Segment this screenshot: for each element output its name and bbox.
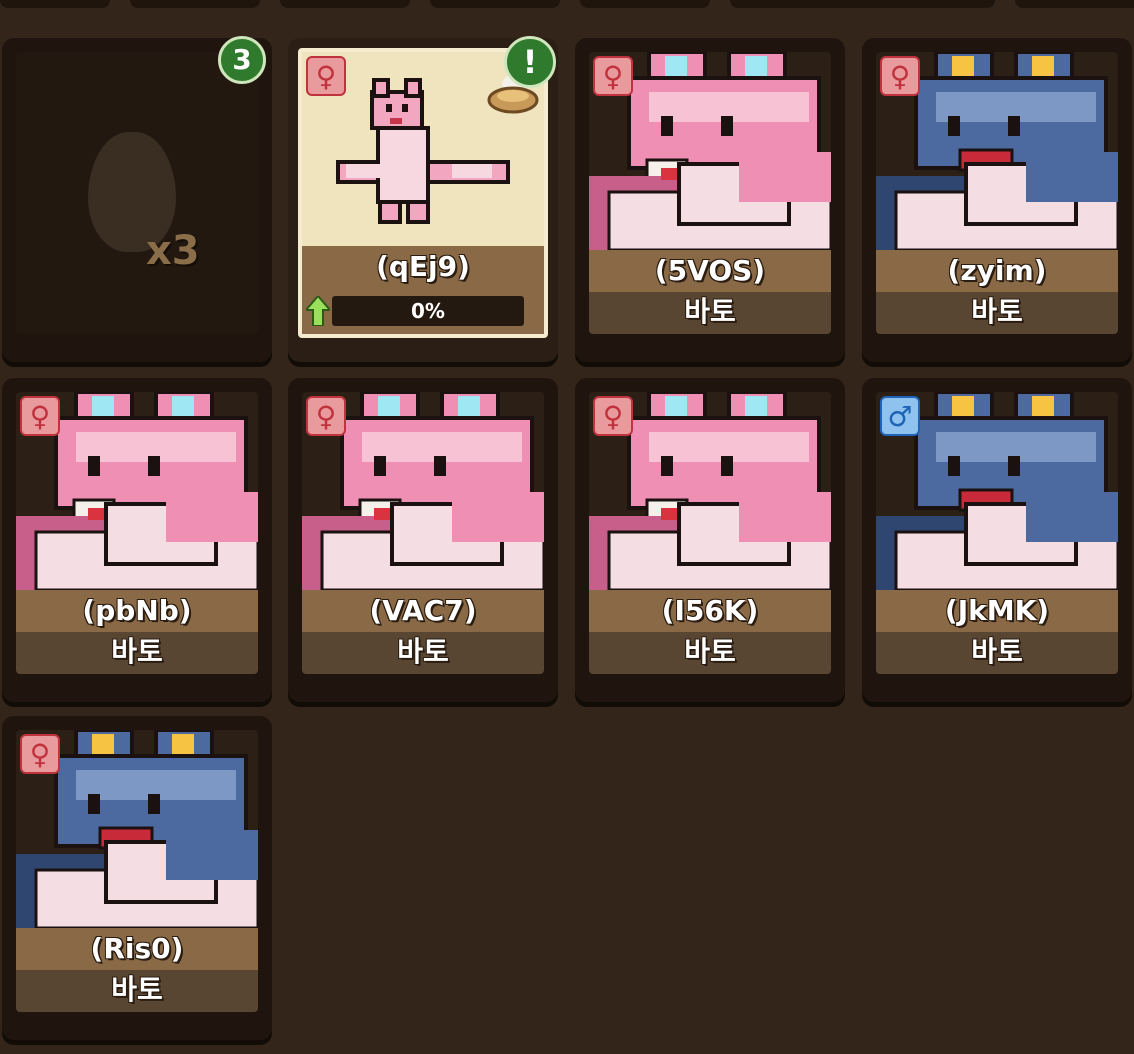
pet-name: (qEj9) xyxy=(302,246,544,288)
pet-sprite-part xyxy=(948,116,960,136)
progress-label: 0% xyxy=(411,299,445,323)
pet-sprite-part xyxy=(374,508,390,520)
female-icon: ♀ xyxy=(20,396,60,436)
hatching-card[interactable]: ♀ (qEj9) 0% xyxy=(288,38,558,362)
pet-sprite-part xyxy=(88,794,100,814)
female-icon: ♀ xyxy=(20,734,60,774)
pet-sprite-part xyxy=(661,456,673,476)
egg-card-inner: x3 xyxy=(16,52,258,334)
pet-sprite-part xyxy=(166,492,258,542)
pet-sprite-part xyxy=(1008,456,1020,476)
top-tab[interactable] xyxy=(580,0,710,8)
pet-card-inner: ♀ (zyim) 바토 xyxy=(876,52,1118,334)
top-tab[interactable] xyxy=(280,0,410,8)
top-tab[interactable] xyxy=(1015,0,1134,8)
pet-card-5[interactable]: ♂ (JkMK) 바토 xyxy=(862,378,1132,702)
pet-sprite-part xyxy=(1026,492,1118,542)
pet-sprite-part xyxy=(166,830,258,880)
pet-sprite-part xyxy=(948,456,960,476)
pet-sprite-part xyxy=(739,492,831,542)
pet-name: (JkMK) xyxy=(876,590,1118,632)
pet-sprite-part xyxy=(739,152,831,202)
pet-card-6[interactable]: ♀ (Ris0) 바토 xyxy=(2,716,272,1040)
female-icon: ♀ xyxy=(593,396,633,436)
pet-sprite-part xyxy=(374,456,386,476)
pet-species: 바토 xyxy=(302,632,544,674)
pet-sprite-part xyxy=(148,794,160,814)
female-icon: ♀ xyxy=(306,56,346,96)
pet-name: (Ris0) xyxy=(16,928,258,970)
pet-sprite-part xyxy=(661,168,677,180)
pet-name: (VAC7) xyxy=(302,590,544,632)
top-tab[interactable] xyxy=(130,0,260,8)
egg-stack-card[interactable]: x3 xyxy=(2,38,272,362)
pet-sprite-part xyxy=(661,508,677,520)
pet-name: (pbNb) xyxy=(16,590,258,632)
pet-card-1[interactable]: ♀ (zyim) 바토 xyxy=(862,38,1132,362)
pet-card-inner: ♀ (pbNb) 바토 xyxy=(16,392,258,674)
hatch-progress: 0% xyxy=(302,288,544,334)
hatching-card-inner: ♀ (qEj9) 0% xyxy=(298,48,548,338)
egg-count: x3 xyxy=(146,228,200,274)
pet-sprite-part xyxy=(721,456,733,476)
pet-card-4[interactable]: ♀ (I56K) 바토 xyxy=(575,378,845,702)
male-icon: ♂ xyxy=(880,396,920,436)
pet-name: (5VOS) xyxy=(589,250,831,292)
pet-name: (I56K) xyxy=(589,590,831,632)
pet-species: 바토 xyxy=(876,292,1118,334)
pet-sprite xyxy=(336,78,510,224)
pet-species: 바토 xyxy=(589,292,831,334)
egg-count-badge: 3 xyxy=(218,36,266,84)
pet-card-3[interactable]: ♀ (VAC7) 바토 xyxy=(288,378,558,702)
pet-species: 바토 xyxy=(876,632,1118,674)
pet-sprite-part xyxy=(88,508,104,520)
top-tab-strip xyxy=(0,0,1134,10)
female-icon: ♀ xyxy=(593,56,633,96)
up-arrow-icon xyxy=(306,296,330,326)
pet-sprite-part xyxy=(1008,116,1020,136)
top-tab[interactable] xyxy=(430,0,560,8)
pet-species: 바토 xyxy=(16,970,258,1012)
pet-sprite-part xyxy=(88,456,100,476)
pet-sprite-part xyxy=(721,116,733,136)
top-tab[interactable] xyxy=(730,0,995,8)
pet-card-inner: ♀ (5VOS) 바토 xyxy=(589,52,831,334)
top-tab[interactable] xyxy=(0,0,110,8)
pet-card-inner: ♀ (Ris0) 바토 xyxy=(16,730,258,1012)
pet-species: 바토 xyxy=(16,632,258,674)
female-icon: ♀ xyxy=(306,396,346,436)
pet-card-0[interactable]: ♀ (5VOS) 바토 xyxy=(575,38,845,362)
pet-sprite-part xyxy=(661,116,673,136)
pet-card-inner: ♀ (VAC7) 바토 xyxy=(302,392,544,674)
pet-card-2[interactable]: ♀ (pbNb) 바토 xyxy=(2,378,272,702)
pet-sprite-part xyxy=(434,456,446,476)
pet-card-inner: ♀ (I56K) 바토 xyxy=(589,392,831,674)
female-icon: ♀ xyxy=(880,56,920,96)
pet-name: (zyim) xyxy=(876,250,1118,292)
pet-sprite-part xyxy=(452,492,544,542)
pet-card-inner: ♂ (JkMK) 바토 xyxy=(876,392,1118,674)
pet-species: 바토 xyxy=(589,632,831,674)
alert-badge: ! xyxy=(504,36,556,88)
pet-sprite-part xyxy=(1026,152,1118,202)
pet-sprite-part xyxy=(148,456,160,476)
